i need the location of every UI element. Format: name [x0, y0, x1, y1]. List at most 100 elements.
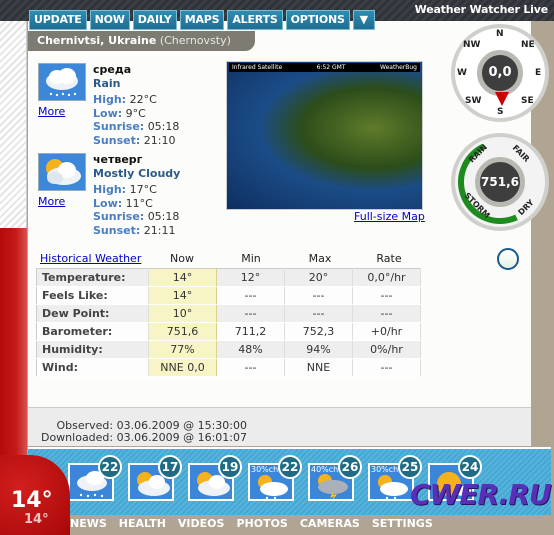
- cell-min: 711,2: [216, 322, 285, 341]
- cell-now: 14°: [148, 286, 217, 305]
- sunset-value: 21:10: [143, 133, 176, 147]
- header-max: Max: [308, 252, 332, 265]
- satellite-label: Infrared Satellite: [232, 64, 283, 71]
- nav-bar: UPDATE NOW DAILY MAPS ALERTS OPTIONS ▼: [29, 10, 375, 30]
- day-name: среда: [93, 63, 132, 76]
- chevron-down-icon: ▼: [359, 13, 368, 26]
- cell-max: ---: [284, 304, 353, 323]
- downloaded-time: Downloaded: 03.06.2009 @ 16:01:07: [40, 431, 247, 444]
- sunrise-label: Sunrise:: [93, 210, 145, 224]
- nav-dropdown-button[interactable]: ▼: [352, 10, 375, 30]
- nav-daily-button[interactable]: DAILY: [132, 10, 177, 30]
- bottom-nav-settings[interactable]: SETTINGS: [372, 517, 433, 530]
- compass-e: E: [535, 68, 542, 78]
- nav-options-button[interactable]: OPTIONS: [285, 10, 350, 30]
- high-label: High:: [93, 183, 127, 196]
- table-row: Wind: NNE 0,0 --- NNE ---: [36, 358, 421, 377]
- day-name: четверг: [93, 153, 143, 166]
- weatherbug-logo-icon[interactable]: [497, 248, 519, 270]
- compass-s: S: [497, 107, 504, 117]
- feels-like-temperature: 14°: [24, 512, 49, 527]
- cell-min: ---: [216, 286, 285, 305]
- watermark-logo: CWER.RU: [410, 478, 552, 511]
- cell-min: ---: [216, 304, 285, 323]
- historical-weather-link[interactable]: Historical Weather: [40, 252, 141, 265]
- sunrise-label: Sunrise:: [93, 120, 145, 134]
- table-row: Temperature: 14° 12° 20° 0,0°/hr: [36, 268, 421, 287]
- more-link[interactable]: More: [38, 195, 65, 208]
- row-label: Feels Like:: [36, 286, 149, 305]
- compass-n: N: [496, 29, 504, 39]
- mostly-cloudy-icon: [38, 153, 86, 191]
- thermometer-bar: [0, 228, 27, 468]
- sunrise-value: 05:18: [147, 120, 180, 134]
- nav-maps-button[interactable]: MAPS: [179, 10, 225, 30]
- cell-max: NNE: [284, 358, 353, 377]
- sunrise-value: 05:18: [147, 210, 180, 224]
- high-value: 17°C: [129, 183, 157, 196]
- row-label: Barometer:: [36, 322, 149, 341]
- cell-rate: ---: [352, 286, 421, 305]
- compass-ne: NE: [521, 40, 535, 50]
- satellite-caption: Infrared Satellite 6:52 GMT WeatherBug: [229, 63, 420, 72]
- satellite-time: 6:52 GMT: [316, 64, 346, 71]
- header-rate: Rate: [376, 252, 402, 265]
- compass-se: SE: [521, 96, 534, 106]
- bottom-nav-cameras[interactable]: CAMERAS: [300, 517, 360, 530]
- compass-nw: NW: [463, 40, 481, 50]
- forecast-high-badge: 22: [278, 455, 302, 479]
- observation-footer: Observed: 03.06.2009 @ 15:30:00 Download…: [28, 407, 531, 446]
- bottom-nav-photos[interactable]: PHOTOS: [236, 517, 287, 530]
- forecast-high-badge: 24: [458, 455, 482, 479]
- high-value: 22°C: [129, 93, 157, 106]
- cell-now: NNE 0,0: [148, 358, 217, 377]
- more-link[interactable]: More: [38, 105, 65, 118]
- forecast-high-badge: 22: [98, 455, 122, 479]
- wind-speed-value: 0,0: [477, 50, 523, 96]
- bottom-nav: NEWS HEALTH VIDEOS PHOTOS CAMERAS SETTIN…: [70, 517, 433, 530]
- forecast-high-badge: 26: [338, 455, 362, 479]
- nav-now-button[interactable]: NOW: [89, 10, 130, 30]
- cell-max: 94%: [284, 340, 353, 359]
- location-alt-name: (Chernovsty): [159, 34, 231, 47]
- observations-table: Temperature: 14° 12° 20° 0,0°/hr Feels Like: 1…: [36, 268, 421, 377]
- table-row: Feels Like: 14° --- --- ---: [36, 286, 421, 305]
- high-label: High:: [93, 93, 127, 106]
- location-tab: Chernivtsi, Ukraine (Chernovsty): [28, 31, 255, 51]
- forecast-high-badge: 17: [158, 455, 182, 479]
- satellite-brand: WeatherBug: [380, 64, 417, 71]
- header-now: Now: [170, 252, 194, 265]
- nav-update-button[interactable]: UPDATE: [29, 10, 87, 30]
- full-size-map-link[interactable]: Full-size Map: [354, 210, 425, 223]
- cell-rate: ---: [352, 304, 421, 323]
- sunset-value: 21:11: [143, 223, 176, 237]
- row-label: Humidity:: [36, 340, 149, 359]
- cell-min: 48%: [216, 340, 285, 359]
- bottom-nav-videos[interactable]: VIDEOS: [178, 517, 225, 530]
- satellite-map[interactable]: Infrared Satellite 6:52 GMT WeatherBug: [226, 61, 423, 210]
- nav-alerts-button[interactable]: ALERTS: [227, 10, 283, 30]
- cell-rate: ---: [352, 358, 421, 377]
- row-label: Temperature:: [36, 268, 149, 287]
- day-condition: Rain: [93, 77, 121, 90]
- low-value: 11°C: [125, 196, 153, 210]
- cell-rate: 0%/hr: [352, 340, 421, 359]
- cell-rate: +0/hr: [352, 322, 421, 341]
- barometer-gauge: RAIN FAIR STORM DRY 751,6: [446, 128, 554, 236]
- cell-min: ---: [216, 358, 285, 377]
- day-forecast: More четверг Mostly Cloudy High: 17°C Lo…: [38, 153, 228, 238]
- bottom-nav-health[interactable]: HEALTH: [119, 517, 166, 530]
- location-name: Chernivtsi, Ukraine: [37, 34, 157, 47]
- row-label: Dew Point:: [36, 304, 149, 323]
- cell-now: 751,6: [148, 322, 217, 341]
- rain-cloud-icon: [38, 63, 86, 101]
- cell-max: 20°: [284, 268, 353, 287]
- cell-max: ---: [284, 286, 353, 305]
- bottom-nav-news[interactable]: NEWS: [70, 517, 107, 530]
- wind-direction-needle: [495, 92, 509, 106]
- left-strip: [0, 21, 27, 231]
- app-title: Weather Watcher Live: [414, 3, 549, 16]
- compass-w: W: [457, 68, 467, 78]
- day-forecast: More среда Rain High: 22°C Low: 9°C Sunr…: [38, 63, 228, 148]
- forecast-high-badge: 25: [398, 455, 422, 479]
